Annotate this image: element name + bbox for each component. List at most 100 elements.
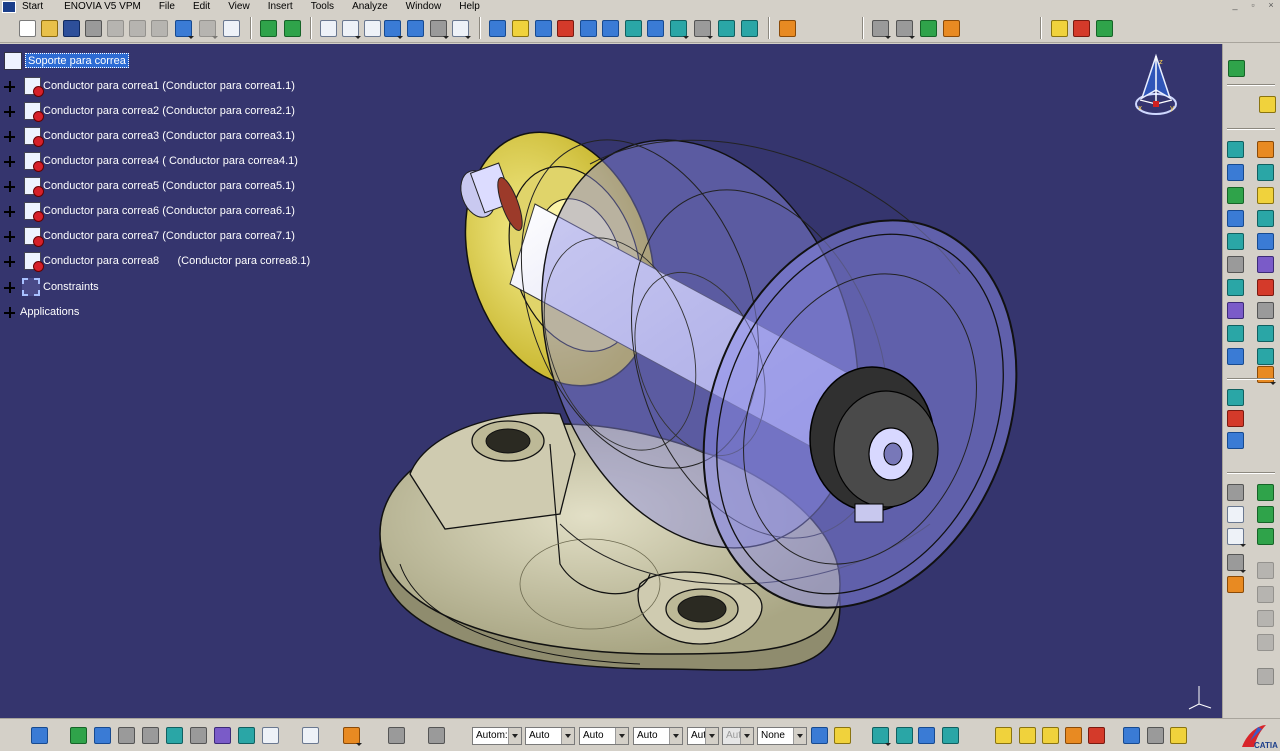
grid-icon[interactable] xyxy=(343,727,362,746)
hide-show-icon[interactable] xyxy=(430,20,449,39)
product-icon[interactable] xyxy=(4,52,22,70)
table-icon[interactable] xyxy=(384,20,403,39)
stop-manipulate-on-clash-icon[interactable] xyxy=(1257,302,1274,319)
copy-icon[interactable] xyxy=(129,20,146,37)
fix-component-icon[interactable] xyxy=(1227,389,1244,406)
iso-view-icon[interactable] xyxy=(670,20,689,39)
print-icon[interactable] xyxy=(85,20,102,37)
chevron-down-icon[interactable] xyxy=(705,728,718,744)
scenes-icon[interactable] xyxy=(1227,554,1246,573)
menu-enovia[interactable]: ENOVIA V5 VPM xyxy=(55,1,150,13)
redo-icon[interactable] xyxy=(199,20,218,39)
capture-icon[interactable] xyxy=(388,727,405,744)
open-folder-icon[interactable] xyxy=(41,20,58,37)
menu-insert[interactable]: Insert xyxy=(259,1,302,13)
tree-node-label[interactable]: Constraints xyxy=(43,280,99,294)
compass-icon[interactable]: x y z xyxy=(1128,52,1184,124)
menu-analyze[interactable]: Analyze xyxy=(343,1,397,13)
update-constraint-icon[interactable] xyxy=(1227,484,1244,501)
replace-component-icon[interactable] xyxy=(1227,187,1244,204)
clash-icon[interactable] xyxy=(920,20,937,37)
whats-this-help-icon[interactable] xyxy=(223,20,240,37)
line-thickness-combo[interactable]: Auto xyxy=(579,727,629,745)
flag-note-icon[interactable] xyxy=(1227,528,1246,547)
render-icon[interactable] xyxy=(1073,20,1090,37)
chevron-down-icon[interactable] xyxy=(669,728,682,744)
multi-view-icon[interactable] xyxy=(647,20,664,37)
offset-constraint-icon[interactable] xyxy=(1257,366,1276,385)
symmetry-icon[interactable] xyxy=(1227,576,1244,593)
split-icon[interactable] xyxy=(1257,484,1274,501)
fast-multi-instantiation-icon[interactable] xyxy=(1227,256,1244,273)
menu-view[interactable]: View xyxy=(219,1,259,13)
menu-file[interactable]: File xyxy=(150,1,184,13)
list-icon[interactable] xyxy=(918,727,935,744)
tree-node-label[interactable]: Conductor para correa2 (Conductor para c… xyxy=(43,104,295,118)
restore-button[interactable]: ▫ xyxy=(1246,0,1260,11)
save-icon[interactable] xyxy=(63,20,80,37)
brush-icon[interactable] xyxy=(834,727,851,744)
expand-plus-icon[interactable] xyxy=(4,130,15,142)
generate-numbering-icon[interactable] xyxy=(1227,210,1244,227)
apply-material-icon[interactable] xyxy=(1051,20,1068,37)
normal-view-icon[interactable] xyxy=(625,20,642,37)
chevron-down-icon[interactable] xyxy=(561,728,574,744)
copy-paste-icon[interactable] xyxy=(1257,325,1274,342)
expand-plus-icon[interactable] xyxy=(4,105,15,117)
remove-icon[interactable] xyxy=(1257,586,1274,603)
line-type-combo[interactable]: Auto xyxy=(633,727,683,745)
fly-mode-icon[interactable] xyxy=(489,20,506,37)
bom-icon[interactable] xyxy=(872,727,891,746)
catalog-browser-icon[interactable] xyxy=(364,20,381,37)
coincidence-constraint-icon[interactable] xyxy=(1227,348,1244,365)
pan-icon[interactable] xyxy=(535,20,552,37)
sketcher-icon[interactable] xyxy=(70,727,87,744)
expand-plus-icon[interactable] xyxy=(4,230,15,242)
expand-plus-icon[interactable] xyxy=(4,255,15,267)
new-component-icon[interactable] xyxy=(1227,141,1244,158)
contact-constraint-icon[interactable] xyxy=(1257,348,1274,365)
explode-icon[interactable] xyxy=(1227,302,1244,319)
tree-node-label[interactable]: Conductor para correa6 (Conductor para c… xyxy=(43,204,295,218)
expand-plus-icon[interactable] xyxy=(4,155,15,167)
catalog-browser-bottom-icon[interactable] xyxy=(995,727,1012,744)
tree-node-label[interactable]: Conductor para correa8 (Conductor para c… xyxy=(43,254,310,268)
refresh-icon[interactable] xyxy=(302,727,319,744)
frame-icon[interactable] xyxy=(1019,727,1036,744)
save-management-icon[interactable] xyxy=(942,727,959,744)
formula-icon[interactable] xyxy=(320,20,337,37)
shading-icon[interactable] xyxy=(694,20,713,39)
menu-edit[interactable]: Edit xyxy=(184,1,219,13)
point-type-combo[interactable]: Aut xyxy=(687,727,719,745)
expand-plus-icon[interactable] xyxy=(4,80,15,92)
rotate-icon[interactable] xyxy=(557,20,574,37)
color-combo[interactable]: Autom: xyxy=(472,727,522,745)
swap-arrows-icon[interactable] xyxy=(1123,727,1140,744)
fit-all-in-icon[interactable] xyxy=(512,20,529,37)
quick-constraint-icon[interactable] xyxy=(1227,432,1244,449)
chevron-down-icon[interactable] xyxy=(793,728,806,744)
measure-icon[interactable] xyxy=(872,20,891,39)
fix-together-icon[interactable] xyxy=(1227,410,1244,427)
existing-component-icon[interactable] xyxy=(1257,141,1274,158)
3d-viewport[interactable]: Soporte para correa Conductor para corre… xyxy=(0,44,1222,718)
tree-root-label[interactable]: Soporte para correa xyxy=(25,53,129,68)
sewing-icon[interactable] xyxy=(1257,610,1274,627)
plane-selection-icon[interactable] xyxy=(31,727,48,744)
chevron-down-icon[interactable] xyxy=(508,728,521,744)
select-pointer-icon[interactable] xyxy=(1259,96,1276,113)
bulb-icon[interactable] xyxy=(1170,727,1187,744)
minimize-button[interactable]: _ xyxy=(1228,0,1242,11)
swap-space-icon[interactable] xyxy=(741,20,758,37)
publish-icon[interactable] xyxy=(896,727,913,744)
space-analysis-icon[interactable] xyxy=(166,727,183,744)
print-icon[interactable] xyxy=(428,727,445,744)
zoom-out-icon[interactable] xyxy=(602,20,619,37)
expand-plus-icon[interactable] xyxy=(4,180,15,192)
cut-icon[interactable] xyxy=(107,20,124,37)
catalog-icon[interactable] xyxy=(118,727,135,744)
assembly-features-icon[interactable] xyxy=(1257,634,1274,651)
smart-move-icon[interactable] xyxy=(1227,325,1244,342)
menu-window[interactable]: Window xyxy=(397,1,451,13)
assembly-3d-model[interactable] xyxy=(0,44,1222,718)
